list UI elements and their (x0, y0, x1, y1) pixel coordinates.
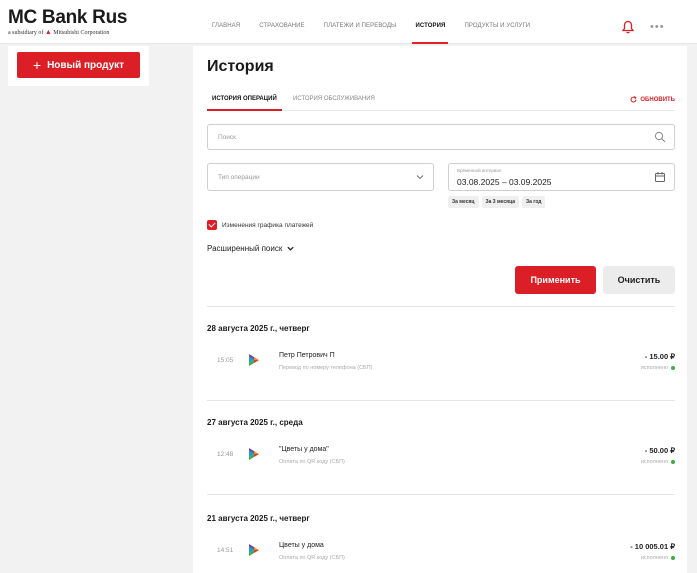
transaction-name: Цветы у дома (279, 542, 324, 549)
nav-payments[interactable]: ПЛАТЕЖИ И ПЕРЕВОДЫ (324, 0, 397, 44)
divider (207, 494, 675, 495)
transaction-time: 14:51 (217, 547, 234, 554)
sbp-logo-icon (249, 544, 259, 556)
day-date: 27 августа 2025 г., среда (207, 418, 303, 427)
status-label: исполнено (640, 459, 668, 465)
search-input[interactable]: Поиск (207, 124, 675, 150)
calendar-icon[interactable] (654, 171, 666, 183)
history-tabs: ИСТОРИЯ ОПЕРАЦИЙ ИСТОРИЯ ОБСЛУЖИВАНИЯ ОБ… (207, 91, 675, 111)
transaction-status: исполнено (641, 459, 675, 465)
transaction-row[interactable]: 15:05 Петр Петрович П Перевод по номеру … (207, 349, 675, 379)
more-menu-icon[interactable]: ••• (650, 21, 665, 33)
advanced-search-label: Расширенный поиск (207, 244, 283, 253)
transaction-amount: - 50.00 ₽ (644, 446, 675, 455)
new-product-button[interactable]: + Новый продукт (17, 52, 140, 78)
sbp-logo-icon (249, 354, 259, 366)
checkbox-label: Изменения графика платежей (222, 221, 314, 229)
mitsubishi-icon: ▲ (44, 28, 52, 36)
refresh-label: ОБНОВИТЬ (640, 96, 675, 103)
transaction-row[interactable]: 12:48 "Цветы у дома" Оплата по QR коду (… (207, 443, 675, 473)
tab-service-history[interactable]: ИСТОРИЯ ОБСЛУЖИВАНИЯ (293, 96, 375, 102)
status-dot-icon (671, 366, 675, 370)
brand-subtitle-company: Mitsubishi Corporation (53, 30, 110, 36)
nav-home[interactable]: ГЛАВНАЯ (212, 0, 240, 44)
status-dot-icon (671, 556, 675, 560)
transaction-name: "Цветы у дома" (279, 446, 329, 453)
search-placeholder: Поиск (218, 134, 237, 141)
history-day-group: 21 августа 2025 г., четверг 14:51 Цветы … (207, 514, 675, 561)
date-range-value: 03.08.2025 – 03.09.2025 (457, 177, 552, 187)
transaction-row[interactable]: 14:51 Цветы у дома Оплата по QR коду (СБ… (207, 539, 675, 569)
history-day-group: 28 августа 2025 г., четверг 15:05 Петр П… (207, 324, 675, 371)
divider (207, 306, 675, 307)
tab-operations-history[interactable]: ИСТОРИЯ ОПЕРАЦИЙ (207, 96, 282, 111)
status-label: исполнено (640, 365, 668, 371)
page-title: История (207, 58, 274, 75)
payment-schedule-checkbox[interactable]: Изменения графика платежей (207, 220, 313, 230)
status-dot-icon (671, 460, 675, 464)
chevron-down-icon (416, 175, 424, 180)
transaction-name: Петр Петрович П (279, 352, 335, 359)
status-label: исполнено (640, 555, 668, 561)
operation-type-select[interactable]: Тип операции (207, 163, 434, 191)
apply-button[interactable]: Применить (515, 266, 596, 294)
clear-button[interactable]: Очистить (603, 266, 675, 294)
brand-subtitle-prefix: a subsidiary of (8, 30, 44, 36)
nav-insurance[interactable]: СТРАХОВАНИЕ (259, 0, 304, 44)
advanced-search-toggle[interactable]: Расширенный поиск (207, 244, 295, 253)
transaction-time: 12:48 (217, 451, 234, 458)
operation-type-placeholder: Тип операции (218, 174, 260, 181)
date-range-label: Временной интервал (457, 168, 502, 173)
bell-icon[interactable] (621, 20, 635, 34)
sidebar: + Новый продукт (8, 46, 149, 86)
history-day-group: 27 августа 2025 г., среда 12:48 "Цветы у… (207, 418, 675, 465)
bank-logo[interactable]: MC Bank Rus a subsidiary of ▲ Mitsubishi… (8, 8, 127, 37)
nav-history[interactable]: ИСТОРИЯ (412, 0, 449, 44)
transaction-description: Перевод по номеру телефона (СБП) (279, 365, 373, 371)
transaction-amount: - 10 005.01 ₽ (630, 542, 675, 551)
checkbox-checked-icon[interactable] (207, 220, 217, 230)
date-range-field[interactable]: Временной интервал 03.08.2025 – 03.09.20… (448, 163, 675, 191)
transaction-time: 15:05 (217, 357, 234, 364)
transaction-status: исполнено (641, 365, 675, 371)
transaction-description: Оплата по QR коду (СБП) (279, 555, 345, 561)
refresh-button[interactable]: ОБНОВИТЬ (630, 96, 675, 103)
nav-products[interactable]: ПРОДУКТЫ И УСЛУГИ (464, 0, 530, 44)
transaction-description: Оплата по QR коду (СБП) (279, 459, 345, 465)
sbp-logo-icon (249, 448, 259, 460)
refresh-icon (631, 96, 637, 103)
day-date: 28 августа 2025 г., четверг (207, 324, 310, 333)
transaction-status: исполнено (641, 555, 675, 561)
quick-range-chips: За месяц За 3 месяца За год (448, 196, 546, 208)
search-icon[interactable] (654, 131, 666, 143)
chip-month[interactable]: За месяц (448, 196, 479, 208)
brand-name: MC Bank Rus (8, 7, 128, 28)
new-product-label: Новый продукт (47, 59, 125, 71)
main-nav: ГЛАВНАЯ СТРАХОВАНИЕ ПЛАТЕЖИ И ПЕРЕВОДЫ И… (212, 0, 549, 44)
chip-3-months[interactable]: За 3 месяца (481, 196, 519, 208)
chip-year[interactable]: За год (522, 196, 546, 208)
divider (207, 400, 675, 401)
transaction-amount: - 15.00 ₽ (644, 352, 675, 361)
day-date: 21 августа 2025 г., четверг (207, 514, 310, 523)
top-bar: MC Bank Rus a subsidiary of ▲ Mitsubishi… (0, 0, 697, 44)
brand-subtitle: a subsidiary of ▲ Mitsubishi Corporation (8, 28, 127, 37)
main-panel: История ИСТОРИЯ ОПЕРАЦИЙ ИСТОРИЯ ОБСЛУЖИ… (193, 46, 687, 573)
plus-icon: + (32, 57, 42, 73)
chevron-down-icon (287, 246, 294, 251)
